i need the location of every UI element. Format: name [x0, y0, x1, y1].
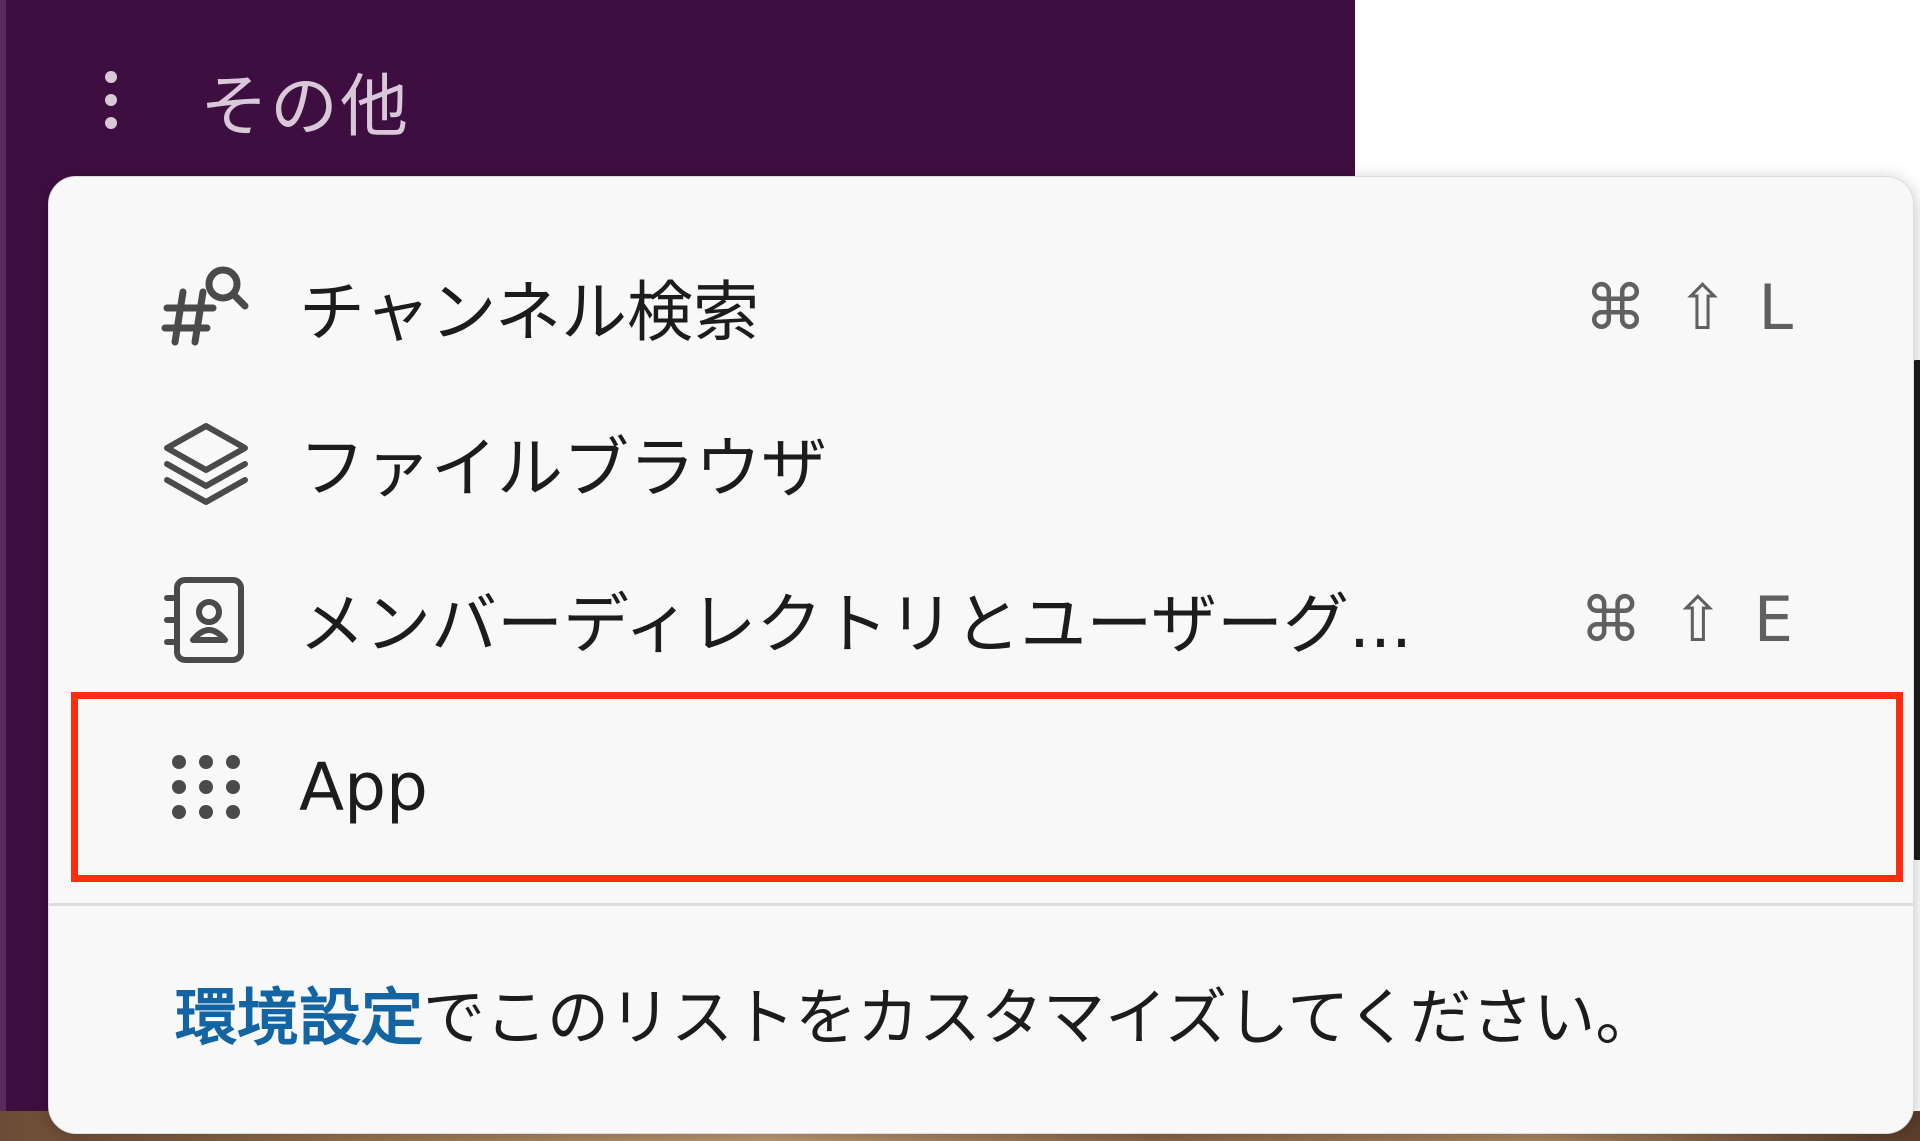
kebab-icon — [104, 71, 118, 129]
menu-item-label: ファイルブラウザ — [299, 430, 827, 507]
footer-text: でこのリストをカスタマイズしてください。 — [423, 981, 1658, 1054]
menu-item-member-directory[interactable]: メンバーディレクトリとユーザーグ... ⌘ ⇧ E — [49, 541, 1913, 697]
shift-key-icon: ⇧ — [1676, 270, 1729, 344]
layers-icon — [161, 418, 251, 508]
menu-footer: 環境設定 でこのリストをカスタマイズしてください。 — [175, 967, 1657, 1057]
sidebar-edge — [0, 0, 6, 1141]
highlight-box — [71, 692, 1903, 882]
sidebar-item-more[interactable]: その他 — [104, 40, 410, 160]
keyboard-shortcut: ⌘ ⇧ L — [1585, 271, 1794, 344]
menu-item-label: メンバーディレクトリとユーザーグ... — [299, 586, 1412, 663]
channel-search-icon — [161, 262, 251, 352]
menu-divider — [49, 903, 1913, 906]
command-key-icon: ⌘ — [1579, 582, 1642, 656]
menu-item-label: チャンネル検索 — [299, 274, 760, 351]
preferences-link[interactable]: 環境設定 — [175, 967, 423, 1057]
menu-item-channel-search[interactable]: チャンネル検索 ⌘ ⇧ L — [49, 229, 1913, 385]
sidebar-item-more-label: その他 — [200, 67, 411, 147]
shortcut-key: E — [1753, 582, 1793, 656]
more-menu: チャンネル検索 ⌘ ⇧ L ファイルブラウザ メンバーディレクトリとユーザーグ.… — [48, 176, 1914, 1134]
keyboard-shortcut: ⌘ ⇧ E — [1580, 583, 1793, 656]
command-key-icon: ⌘ — [1584, 270, 1647, 344]
menu-item-file-browser[interactable]: ファイルブラウザ — [49, 385, 1913, 541]
shortcut-key: L — [1758, 270, 1793, 344]
member-directory-icon — [161, 574, 251, 664]
shift-key-icon: ⇧ — [1671, 582, 1724, 656]
